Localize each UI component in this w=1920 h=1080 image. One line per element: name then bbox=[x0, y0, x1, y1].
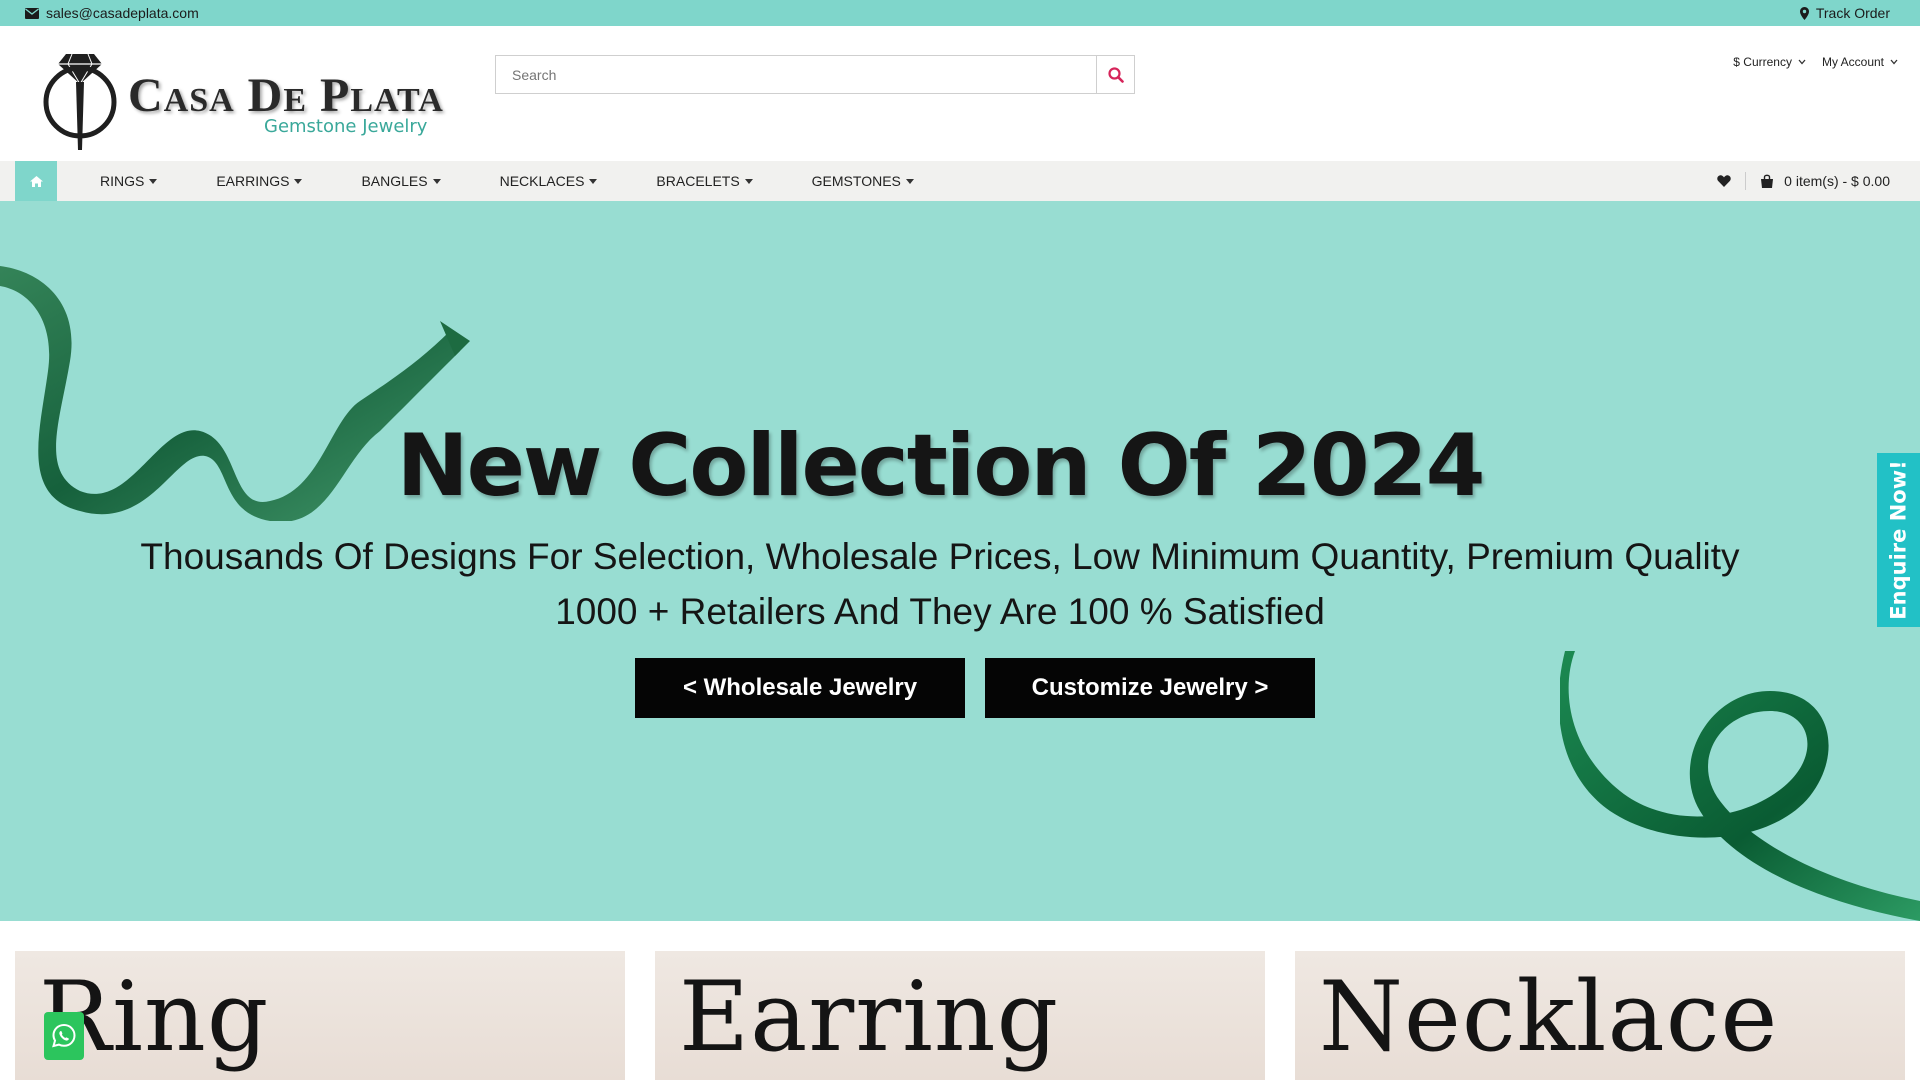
caret-down-icon bbox=[744, 178, 753, 184]
caret-down-icon bbox=[149, 178, 158, 184]
email-link[interactable]: sales@casadeplata.com bbox=[25, 5, 199, 21]
email-text: sales@casadeplata.com bbox=[46, 5, 199, 21]
cart-area: 0 item(s) - $ 0.00 bbox=[1717, 161, 1890, 201]
category-card-necklace[interactable]: Necklace bbox=[1295, 951, 1905, 1080]
customize-jewelry-button[interactable]: Customize Jewelry > bbox=[985, 658, 1315, 718]
nav-item-label: NECKLACES bbox=[499, 173, 585, 189]
search-bar bbox=[495, 55, 1135, 94]
ribbon-decoration bbox=[1560, 651, 1920, 921]
category-card-title: Necklace bbox=[1319, 961, 1779, 1073]
cart-button[interactable]: 0 item(s) - $ 0.00 bbox=[1760, 173, 1890, 189]
brand-logo[interactable]: Casa De Plata Gemstone Jewelry bbox=[40, 46, 443, 151]
search-input[interactable] bbox=[496, 56, 1096, 93]
divider bbox=[1745, 172, 1747, 190]
caret-down-icon bbox=[589, 178, 598, 184]
nav-item-bangles[interactable]: BANGLES bbox=[361, 173, 441, 189]
search-icon bbox=[1107, 66, 1124, 83]
site-header: Casa De Plata Gemstone Jewelry $ Currenc… bbox=[0, 26, 1920, 161]
hero-subtitle: Thousands Of Designs For Selection, Whol… bbox=[140, 536, 1740, 577]
category-card-earring[interactable]: Earring bbox=[655, 951, 1265, 1080]
home-icon bbox=[29, 175, 43, 187]
brand-tagline: Gemstone Jewelry bbox=[264, 116, 428, 137]
map-pin-icon bbox=[1799, 6, 1809, 20]
currency-dropdown[interactable]: $ Currency bbox=[1733, 55, 1806, 69]
caret-down-icon bbox=[294, 178, 303, 184]
account-links: $ Currency My Account bbox=[1733, 55, 1898, 69]
chevron-down-icon bbox=[1890, 59, 1898, 65]
heart-icon[interactable] bbox=[1717, 175, 1731, 187]
top-bar: sales@casadeplata.com Track Order bbox=[0, 0, 1920, 26]
hero-banner: New Collection Of 2024 Thousands Of Desi… bbox=[0, 201, 1920, 921]
nav-item-label: RINGS bbox=[100, 173, 145, 189]
category-card-title: Earring bbox=[679, 961, 1060, 1073]
track-order-link[interactable]: Track Order bbox=[1799, 5, 1890, 21]
nav-item-earrings[interactable]: EARRINGS bbox=[216, 173, 303, 189]
currency-label: $ Currency bbox=[1733, 55, 1792, 69]
caret-down-icon bbox=[905, 178, 914, 184]
nav-item-rings[interactable]: RINGS bbox=[100, 173, 158, 189]
search-button[interactable] bbox=[1096, 56, 1134, 93]
nav-item-bracelets[interactable]: BRACELETS bbox=[656, 173, 753, 189]
hero-tagline: 1000 + Retailers And They Are 100 % Sati… bbox=[555, 591, 1325, 632]
my-account-dropdown[interactable]: My Account bbox=[1822, 55, 1898, 69]
ring-logo-icon bbox=[43, 53, 117, 150]
hero-title: New Collection Of 2024 bbox=[396, 416, 1486, 516]
category-menu: RINGS EARRINGS BANGLES NECKLACES BRACELE… bbox=[100, 161, 973, 201]
nav-item-label: BANGLES bbox=[361, 173, 428, 189]
nav-item-necklaces[interactable]: NECKLACES bbox=[500, 173, 598, 189]
chevron-down-icon bbox=[1798, 59, 1806, 65]
category-cards: Ring Earring Necklace bbox=[0, 951, 1920, 1080]
shopping-bag-icon bbox=[1761, 174, 1774, 188]
cart-summary: 0 item(s) - $ 0.00 bbox=[1784, 173, 1890, 189]
whatsapp-icon bbox=[52, 1023, 76, 1048]
enquire-now-tab[interactable]: Enquire Now! bbox=[1877, 453, 1920, 627]
my-account-label: My Account bbox=[1821, 55, 1884, 69]
nav-item-label: GEMSTONES bbox=[811, 173, 901, 189]
envelope-icon bbox=[25, 7, 39, 19]
home-button[interactable] bbox=[15, 161, 57, 201]
track-order-label: Track Order bbox=[1815, 5, 1890, 21]
nav-item-label: EARRINGS bbox=[216, 173, 290, 189]
enquire-now-label: Enquire Now! bbox=[1886, 460, 1911, 620]
nav-item-label: BRACELETS bbox=[656, 173, 740, 189]
whatsapp-chat-button[interactable] bbox=[44, 1012, 84, 1060]
nav-item-gemstones[interactable]: GEMSTONES bbox=[812, 173, 914, 189]
brand-name: Casa De Plata bbox=[128, 69, 444, 122]
wholesale-jewelry-button[interactable]: < Wholesale Jewelry bbox=[635, 658, 965, 718]
caret-down-icon bbox=[432, 178, 441, 184]
main-nav: RINGS EARRINGS BANGLES NECKLACES BRACELE… bbox=[0, 161, 1920, 201]
category-card-ring[interactable]: Ring bbox=[15, 951, 625, 1080]
